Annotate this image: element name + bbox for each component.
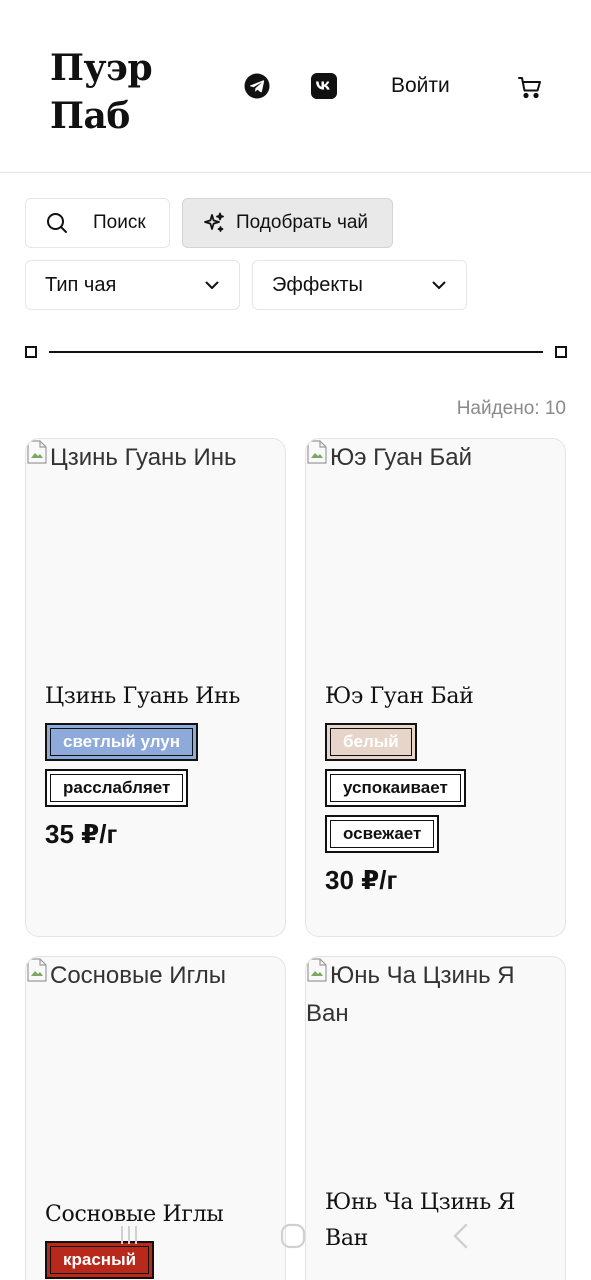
- chevron-down-icon: [432, 281, 446, 289]
- logo-line-2: Паб: [50, 95, 130, 137]
- product-card[interactable]: Юэ Гуан Бай Юэ Гуан Бай белый успокаивае…: [305, 438, 566, 937]
- broken-image-icon: [27, 440, 47, 464]
- telegram-icon[interactable]: [244, 73, 270, 99]
- results-count: Найдено: 10: [456, 398, 566, 419]
- slider-handle-max[interactable]: [555, 346, 567, 358]
- search-button-label: Поиск: [93, 212, 146, 233]
- product-image[interactable]: Сосновые Иглы: [26, 957, 285, 1197]
- vk-icon[interactable]: [311, 73, 337, 99]
- product-image[interactable]: Цзинь Гуань Инь: [26, 439, 285, 679]
- sparkle-icon: [204, 212, 224, 232]
- cart-icon[interactable]: [516, 73, 544, 101]
- product-name[interactable]: Цзинь Гуань Инь: [26, 679, 285, 715]
- product-name[interactable]: Сосновые Иглы: [26, 1197, 285, 1233]
- login-link[interactable]: Войти: [391, 73, 450, 99]
- tea-type-dropdown[interactable]: Тип чая: [25, 260, 240, 310]
- product-image-alt: Юнь Ча Цзинь Я Ван: [306, 962, 515, 1027]
- site-logo[interactable]: Пуэр Паб: [50, 44, 153, 140]
- broken-image-icon: [27, 958, 47, 982]
- product-card[interactable]: Сосновые Иглы Сосновые Иглы красный: [25, 956, 286, 1280]
- product-card[interactable]: Юнь Ча Цзинь Я Ван Юнь Ча Цзинь Я Ван: [305, 956, 566, 1280]
- broken-image-icon: [307, 440, 327, 464]
- search-button[interactable]: Поиск: [25, 198, 170, 248]
- product-price: 30 ₽/г: [325, 865, 398, 895]
- pick-tea-button[interactable]: Подобрать чай: [182, 198, 393, 248]
- effects-dropdown[interactable]: Эффекты: [252, 260, 467, 310]
- product-image[interactable]: Юнь Ча Цзинь Я Ван: [306, 957, 565, 1197]
- site-header: Пуэр Паб Войти: [0, 0, 591, 173]
- effect-tag[interactable]: успокаивает: [325, 769, 466, 807]
- effect-tag[interactable]: освежает: [325, 815, 440, 853]
- product-price: 35 ₽/г: [45, 819, 118, 849]
- chevron-down-icon: [205, 281, 219, 289]
- product-image-alt: Цзинь Гуань Инь: [50, 444, 237, 471]
- tea-type-dropdown-label: Тип чая: [45, 273, 117, 296]
- logo-line-1: Пуэр: [50, 47, 153, 89]
- product-image-alt: Сосновые Иглы: [50, 962, 227, 989]
- effects-dropdown-label: Эффекты: [272, 273, 363, 296]
- slider-handle-min[interactable]: [25, 346, 37, 358]
- product-image[interactable]: Юэ Гуан Бай: [306, 439, 565, 679]
- home-icon[interactable]: [279, 1222, 307, 1250]
- search-icon: [47, 213, 67, 233]
- product-image-alt: Юэ Гуан Бай: [330, 444, 473, 471]
- price-range-slider[interactable]: [25, 345, 567, 359]
- product-card[interactable]: Цзинь Гуань Инь Цзинь Гуань Инь светлый …: [25, 438, 286, 937]
- tea-type-tag[interactable]: светлый улун: [45, 723, 199, 761]
- tea-type-tag[interactable]: белый: [325, 723, 417, 761]
- recent-apps-icon[interactable]: [116, 1222, 142, 1248]
- product-name[interactable]: Юэ Гуан Бай: [306, 679, 565, 715]
- slider-track[interactable]: [49, 351, 543, 353]
- effect-tag[interactable]: расслабляет: [45, 769, 189, 807]
- pick-tea-button-label: Подобрать чай: [236, 212, 369, 233]
- back-icon[interactable]: [448, 1222, 474, 1250]
